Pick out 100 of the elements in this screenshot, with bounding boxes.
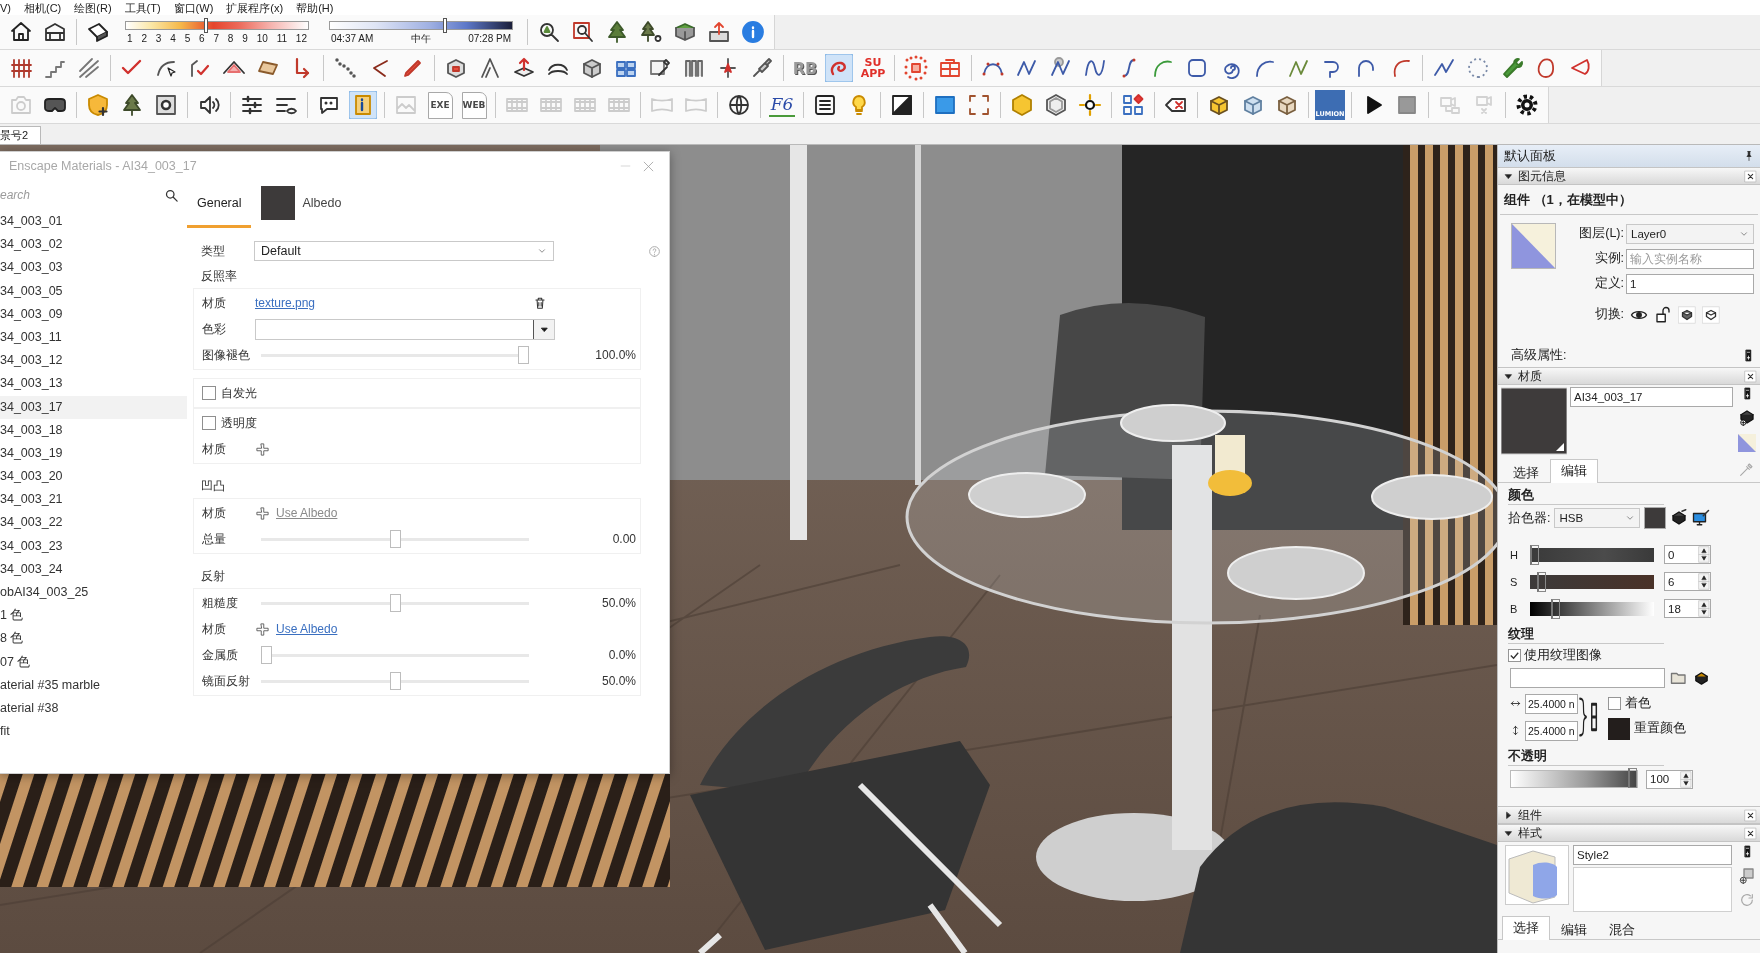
tab[interactable]: 选择 <box>1502 463 1550 483</box>
material-list-item[interactable]: 34_003_05 <box>0 279 187 303</box>
slider-thumb[interactable] <box>442 17 447 33</box>
dropdown-button[interactable] <box>533 319 554 339</box>
trash-icon[interactable] <box>533 296 547 310</box>
color-slider-track[interactable] <box>1530 574 1654 589</box>
plus-icon[interactable] <box>255 621 270 637</box>
slider-thumb[interactable] <box>389 530 401 548</box>
texture-link[interactable]: texture.png <box>255 296 316 310</box>
panel-header[interactable]: 材质 <box>1498 367 1760 385</box>
material-list-item[interactable]: 1 色 <box>0 604 187 628</box>
scene-tab[interactable]: 景号2 <box>0 126 42 144</box>
menu-item[interactable]: 绘图(R) <box>74 0 112 15</box>
material-list-item[interactable]: 34_003_01 <box>0 210 187 234</box>
square-plus-icon[interactable] <box>1738 866 1756 884</box>
slider-thumb[interactable] <box>518 346 529 364</box>
plus-icon[interactable] <box>255 441 270 457</box>
cube-icon[interactable] <box>1702 305 1720 324</box>
number-field[interactable]: 100 <box>1646 769 1693 789</box>
texture-path-field[interactable] <box>1510 668 1665 688</box>
material-list-item[interactable]: obAI34_003_25 <box>0 581 187 605</box>
checkbox[interactable] <box>202 416 216 430</box>
search-icon[interactable] <box>164 187 179 203</box>
material-list-item[interactable]: 34_003_03 <box>0 256 187 280</box>
slider-thumb[interactable] <box>1550 598 1560 619</box>
material-list-item[interactable]: aterial #35 marble <box>0 673 187 697</box>
monitor-pipette-icon[interactable] <box>1692 509 1711 527</box>
close-icon[interactable] <box>1744 826 1757 840</box>
close-icon[interactable] <box>1744 369 1757 383</box>
color-dropdown[interactable] <box>255 318 555 340</box>
slider-thumb[interactable] <box>1628 768 1637 788</box>
slider-thumb[interactable] <box>389 672 401 690</box>
text-field[interactable]: 输入实例名称 <box>1626 248 1754 269</box>
tab[interactable]: 编辑 <box>1550 920 1598 940</box>
type-dropdown[interactable]: Default <box>254 241 554 261</box>
pin-icon[interactable] <box>1744 150 1754 162</box>
material-list-item[interactable]: aterial #38 <box>0 696 187 721</box>
material-list-item[interactable]: 34_003_11 <box>0 325 187 350</box>
material-list-item[interactable]: fit <box>0 720 187 744</box>
disclosure-triangle-icon[interactable] <box>1504 828 1513 838</box>
box-icon[interactable] <box>1693 669 1710 687</box>
checkbox[interactable] <box>202 386 216 400</box>
panel-header[interactable]: 图元信息 <box>1498 167 1760 185</box>
size-field[interactable]: 25.4000 n <box>1525 720 1578 741</box>
layer-dropdown[interactable]: Layer0 <box>1626 223 1754 244</box>
menu-item[interactable]: 相机(C) <box>24 0 62 15</box>
panel-header[interactable]: 样式 <box>1498 824 1760 842</box>
size-field[interactable]: 25.4000 n <box>1525 693 1578 714</box>
menu-item[interactable]: 扩展程序(x) <box>226 0 284 15</box>
color-slider-track[interactable] <box>1530 601 1654 616</box>
plus-tile-icon[interactable] <box>1744 348 1753 362</box>
search-field[interactable]: earch <box>0 184 158 206</box>
shadow-month-slider[interactable] <box>125 20 309 30</box>
number-field[interactable]: 0 <box>1664 545 1711 564</box>
color-slider-track[interactable] <box>1530 547 1654 562</box>
swatch-icon[interactable] <box>1738 434 1756 452</box>
plus-icon[interactable] <box>255 505 270 521</box>
description-field[interactable] <box>1573 867 1732 912</box>
material-list-item[interactable]: 34_003_17 <box>0 395 187 419</box>
menu-item[interactable]: 帮助(H) <box>296 0 334 15</box>
menu-item[interactable]: 窗口(W) <box>173 0 214 15</box>
shadow-time-slider[interactable] <box>329 20 513 30</box>
material-list-item[interactable]: 34_003_21 <box>0 488 187 512</box>
slider-thumb[interactable] <box>389 594 401 612</box>
plus-tile-icon[interactable] <box>1742 845 1752 858</box>
panel-header[interactable]: 组件 <box>1498 806 1760 824</box>
slider-thumb[interactable] <box>1536 571 1546 592</box>
burst-icon[interactable] <box>902 54 930 82</box>
material-list-item[interactable]: 34_003_18 <box>0 418 187 442</box>
tab[interactable]: 混合 <box>1598 920 1646 940</box>
material-list-item[interactable]: 8 色 <box>0 627 187 651</box>
menu-item[interactable]: V) <box>0 0 11 15</box>
material-list-item[interactable]: 07 色 <box>0 650 187 674</box>
disclosure-triangle-icon[interactable] <box>1504 171 1513 181</box>
material-list-item[interactable]: 34_003_22 <box>0 511 187 535</box>
checkbox[interactable] <box>1607 696 1621 710</box>
slider-thumb[interactable] <box>261 646 272 664</box>
slider-thumb[interactable] <box>1530 544 1539 565</box>
material-list-item[interactable]: 34_003_20 <box>0 465 187 489</box>
spinner-icon[interactable] <box>1680 770 1692 788</box>
spinner-icon[interactable] <box>1698 546 1710 563</box>
number-field[interactable]: 18 <box>1664 599 1711 618</box>
slider-thumb[interactable] <box>204 17 209 33</box>
swatch-icon[interactable] <box>1607 717 1630 740</box>
unlock-icon[interactable] <box>1654 305 1672 324</box>
bracket-chain-icon[interactable] <box>1577 695 1600 739</box>
plus-tile-icon[interactable] <box>1742 387 1752 400</box>
tab[interactable]: 选择 <box>1502 916 1550 940</box>
material-list-item[interactable]: 34_003_24 <box>0 557 187 581</box>
disclosure-triangle-icon[interactable] <box>1504 371 1513 381</box>
su-app-button[interactable]: SU APP <box>859 55 887 81</box>
box-plus-icon[interactable] <box>1738 408 1756 426</box>
disclosure-triangle-icon[interactable] <box>1504 810 1513 820</box>
material-list-item[interactable]: 34_003_23 <box>0 534 187 558</box>
info-icon[interactable] <box>739 18 767 46</box>
box-icon[interactable] <box>1670 509 1689 527</box>
close-icon[interactable] <box>1744 169 1757 183</box>
number-field[interactable]: 6 <box>1664 572 1711 591</box>
use-albedo-link[interactable]: Use Albedo <box>276 622 338 636</box>
material-list-item[interactable]: 34_003_13 <box>0 372 187 396</box>
